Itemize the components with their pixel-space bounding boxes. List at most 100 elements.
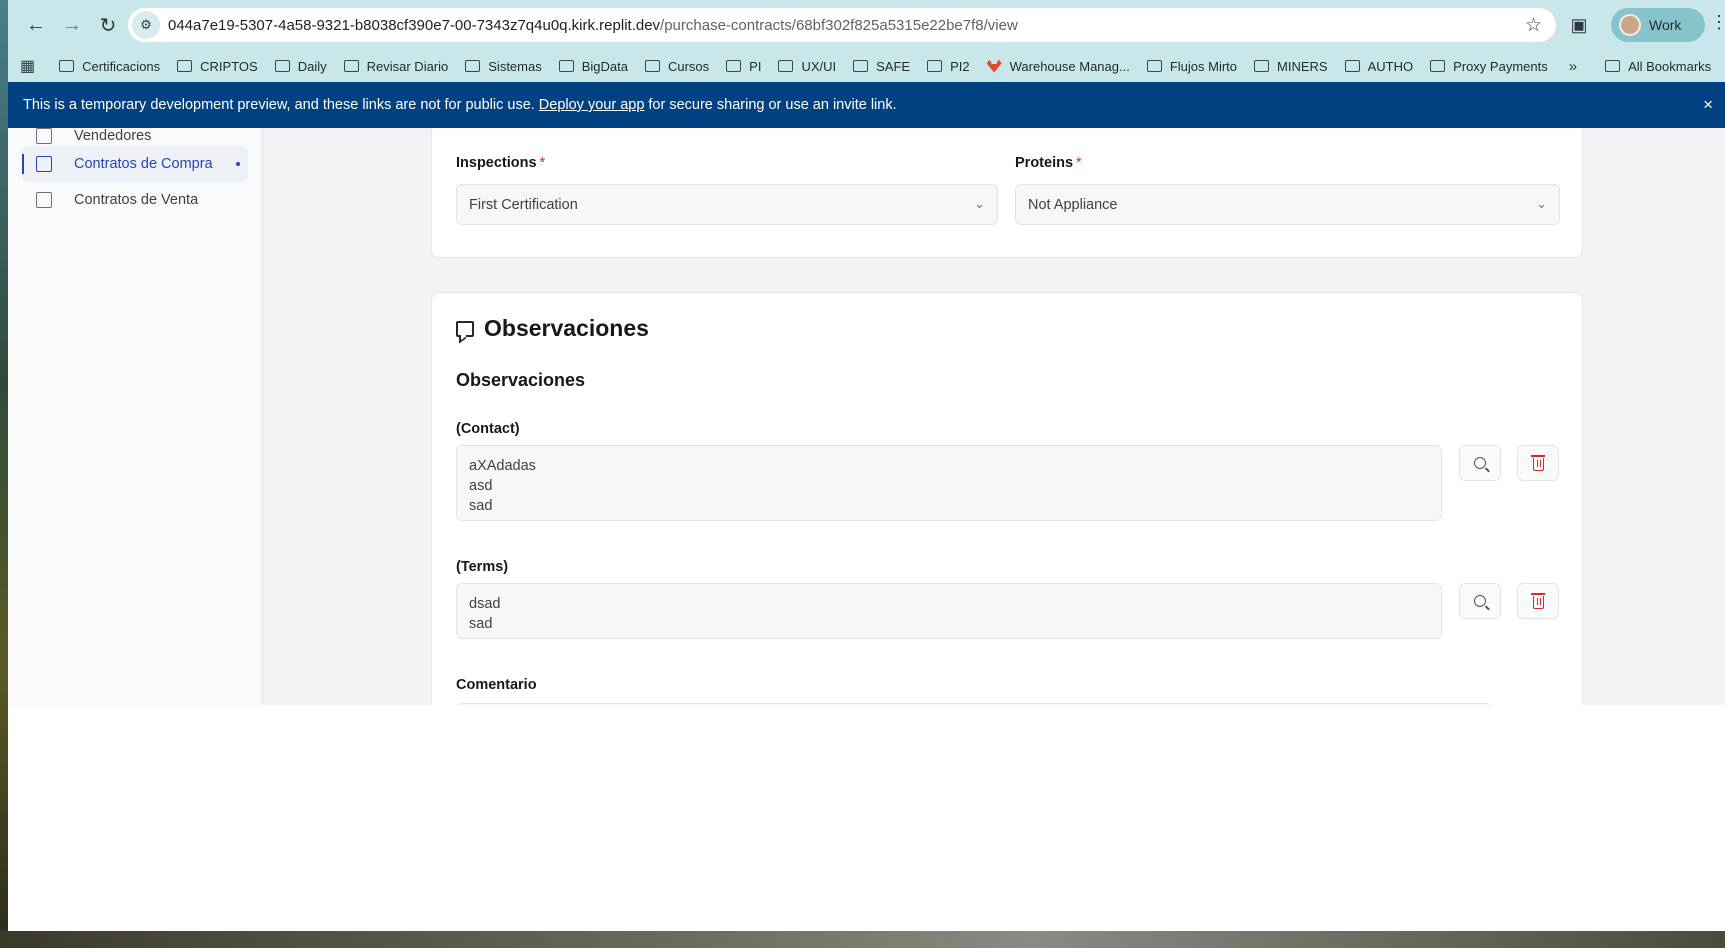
select-value: First Certification (469, 196, 578, 213)
bookmark-ux-ui[interactable]: UX/UI (778, 59, 836, 74)
close-icon[interactable]: × (1703, 95, 1713, 115)
bookmark-label: Sistemas (488, 58, 542, 74)
bookmark-revisar-diario[interactable]: Revisar Diario (343, 58, 449, 74)
bookmark-label: Revisar Diario (366, 58, 449, 74)
folder-icon (465, 60, 481, 72)
address-bar[interactable]: ⚙ 044a7e19-5307-4a58-9321-b8038cf390e7-0… (128, 8, 1556, 42)
bookmarks-bar: ▦ Certificacions CRIPTOS Daily Revisar D… (8, 50, 1725, 82)
avatar (1619, 14, 1641, 36)
back-icon[interactable]: ← (18, 7, 54, 43)
chevron-down-icon: ⌄ (974, 196, 985, 211)
bookmark-autho[interactable]: AUTHO (1344, 59, 1413, 74)
text-line: sad (469, 616, 493, 632)
active-dot (236, 162, 240, 166)
kebab-menu-icon[interactable]: ⋮ (1710, 12, 1725, 33)
terms-textarea[interactable]: dsad sad (456, 583, 1442, 639)
section-title-text: Observaciones (484, 315, 649, 341)
sidebar-item-contratos-compra[interactable]: Contratos de Compra (22, 146, 248, 182)
bookmark-certificacions[interactable]: Certificacions (59, 59, 160, 74)
bookmark-pi[interactable]: PI (726, 59, 761, 74)
sidebar-item-contratos-venta[interactable]: Contratos de Venta (22, 182, 248, 218)
search-button[interactable] (1459, 445, 1501, 481)
folder-icon (1254, 60, 1270, 72)
chevron-down-icon: ⌄ (1536, 196, 1547, 211)
apps-grid-icon[interactable]: ▦ (20, 56, 35, 76)
bookmark-label: CRIPTOS (200, 58, 258, 74)
text-line: sad (469, 498, 493, 514)
bookmark-label: All Bookmarks (1628, 58, 1712, 74)
bookmark-cursos[interactable]: Cursos (644, 58, 710, 74)
site-info-icon[interactable]: ⚙ (132, 11, 160, 39)
trash-icon (1530, 593, 1545, 609)
terms-label: (Terms) (456, 559, 509, 575)
deploy-link[interactable]: Deploy your app (539, 97, 645, 113)
main-content: Inspections * First Certification ⌄ Prote… (264, 128, 1725, 705)
bookmark-pi2[interactable]: PI2 (927, 59, 970, 74)
banner-text: This is a temporary development preview,… (23, 97, 535, 113)
bookmark-label: Daily (297, 58, 327, 74)
section-subtitle: Observaciones (456, 370, 586, 390)
profile-label: Work (1649, 17, 1682, 33)
bookmark-flujos-mirto[interactable]: Flujos Mirto (1146, 58, 1238, 74)
bookmark-label: Warehouse Manag... (1009, 58, 1130, 74)
dev-preview-banner: This is a temporary development preview,… (8, 82, 1725, 128)
delete-button[interactable] (1517, 583, 1559, 619)
url-path: /purchase-contracts/68bf302f825a5315e22b… (660, 16, 1018, 34)
folder-icon (59, 60, 75, 72)
bookmark-criptos[interactable]: CRIPTOS (177, 59, 258, 74)
folder-icon (726, 60, 742, 72)
proteins-select[interactable]: Not Appliance ⌄ (1015, 184, 1560, 225)
text-line: asd (469, 478, 493, 494)
bookmark-label: Proxy Payments (1453, 58, 1548, 74)
reload-icon[interactable]: ↻ (90, 7, 126, 43)
desktop-dock (0, 930, 1725, 948)
bookmark-warehouse[interactable]: Warehouse Manag... (986, 58, 1130, 74)
folder-icon (1605, 60, 1621, 72)
folder-icon (927, 60, 943, 72)
folder-icon (177, 60, 193, 72)
bookmark-label: UX/UI (801, 58, 837, 74)
required-mark: * (539, 155, 546, 171)
more-bookmarks-icon[interactable]: » (1569, 58, 1577, 75)
bookmark-miners[interactable]: MINERS (1254, 59, 1328, 74)
app-area: Vendedores Contratos de Compra Contratos… (8, 128, 1725, 705)
url-host: 044a7e19-5307-4a58-9321-b8038cf390e7-00-… (168, 16, 661, 34)
sidebar-item-label: Contratos de Compra (74, 156, 213, 172)
banner-text-after: for secure sharing or use an invite link… (648, 97, 897, 113)
inspections-select[interactable]: First Certification ⌄ (456, 184, 998, 225)
trash-icon (1530, 455, 1545, 471)
comentario-label: Comentario (456, 677, 537, 693)
bookmark-proxy-payments[interactable]: Proxy Payments (1430, 59, 1548, 74)
contact-textarea[interactable]: aXAdadas asd sad (456, 445, 1442, 521)
label-text: Proteins (1015, 155, 1074, 171)
bookmark-label: Flujos Mirto (1169, 58, 1238, 74)
puzzle-icon[interactable]: ▣ (1566, 12, 1592, 38)
profile-button[interactable]: Work (1611, 8, 1705, 42)
url-text[interactable]: 044a7e19-5307-4a58-9321-b8038cf390e7-00-… (168, 17, 1018, 34)
gitlab-icon (986, 59, 1002, 73)
folder-icon (274, 60, 290, 72)
message-icon (456, 320, 474, 337)
bookmark-label: BigData (581, 58, 628, 74)
required-mark: * (1076, 155, 1082, 171)
bookmark-label: PI2 (950, 58, 970, 74)
delete-button[interactable] (1517, 445, 1559, 481)
receipt-icon (36, 192, 52, 208)
inspections-label: Inspections * (456, 155, 545, 171)
bookmark-bigdata[interactable]: BigData (558, 58, 628, 74)
observaciones-card: Observaciones Observaciones (Contact) aX… (431, 292, 1583, 705)
bookmark-sistemas[interactable]: Sistemas (465, 58, 542, 74)
bookmark-label: Cursos (667, 58, 710, 74)
search-button[interactable] (1459, 583, 1501, 619)
active-indicator (22, 154, 24, 174)
bookmark-label: SAFE (876, 58, 911, 74)
section-title: Observaciones (456, 315, 649, 342)
sidebar: Vendedores Contratos de Compra Contratos… (8, 128, 263, 705)
forward-icon[interactable]: → (54, 7, 90, 43)
folder-icon (1344, 60, 1360, 72)
search-icon (1474, 595, 1486, 607)
bookmark-safe[interactable]: SAFE (853, 59, 910, 74)
star-icon[interactable]: ☆ (1525, 14, 1542, 37)
bookmark-daily[interactable]: Daily (274, 58, 327, 74)
bookmark-all[interactable]: All Bookmarks (1605, 59, 1711, 74)
